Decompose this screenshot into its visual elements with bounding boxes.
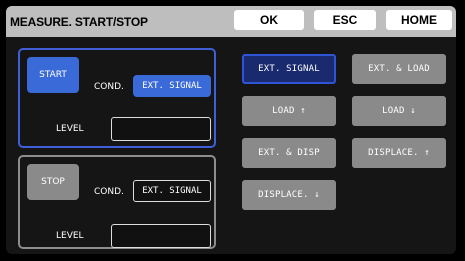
stop-level-label: LEVEL	[56, 231, 84, 241]
esc-button[interactable]: ESC	[314, 10, 376, 30]
option-ext-and-load[interactable]: EXT. & LOAD	[352, 54, 446, 84]
stop-cond-label: COND.	[94, 187, 124, 197]
stop-mode-button[interactable]: STOP	[27, 164, 79, 200]
stop-level-input[interactable]	[111, 224, 211, 248]
ok-button[interactable]: OK	[234, 10, 304, 30]
start-cond-label: COND.	[94, 82, 124, 92]
start-cond-field[interactable]: EXT. SIGNAL	[133, 75, 211, 97]
stop-cond-field[interactable]: EXT. SIGNAL	[133, 180, 211, 202]
screen: MEASURE. START/STOP OK ESC HOME START CO…	[6, 6, 456, 254]
option-load-up[interactable]: LOAD ↑	[242, 96, 336, 126]
option-ext-signal[interactable]: EXT. SIGNAL	[242, 54, 336, 84]
start-panel: START COND. EXT. SIGNAL LEVEL	[18, 48, 216, 148]
start-mode-button[interactable]: START	[27, 57, 79, 93]
option-displace-up[interactable]: DISPLACE. ↑	[352, 138, 446, 168]
stop-panel: STOP COND. EXT. SIGNAL LEVEL	[18, 155, 216, 249]
title-bar: MEASURE. START/STOP OK ESC HOME	[6, 6, 456, 37]
option-displace-down[interactable]: DISPLACE. ↓	[242, 180, 336, 210]
option-load-down[interactable]: LOAD ↓	[352, 96, 446, 126]
start-level-label: LEVEL	[56, 124, 84, 134]
option-ext-and-disp[interactable]: EXT. & DISP	[242, 138, 336, 168]
home-button[interactable]: HOME	[386, 10, 452, 30]
start-level-input[interactable]	[111, 117, 211, 141]
page-title: MEASURE. START/STOP	[10, 15, 148, 29]
